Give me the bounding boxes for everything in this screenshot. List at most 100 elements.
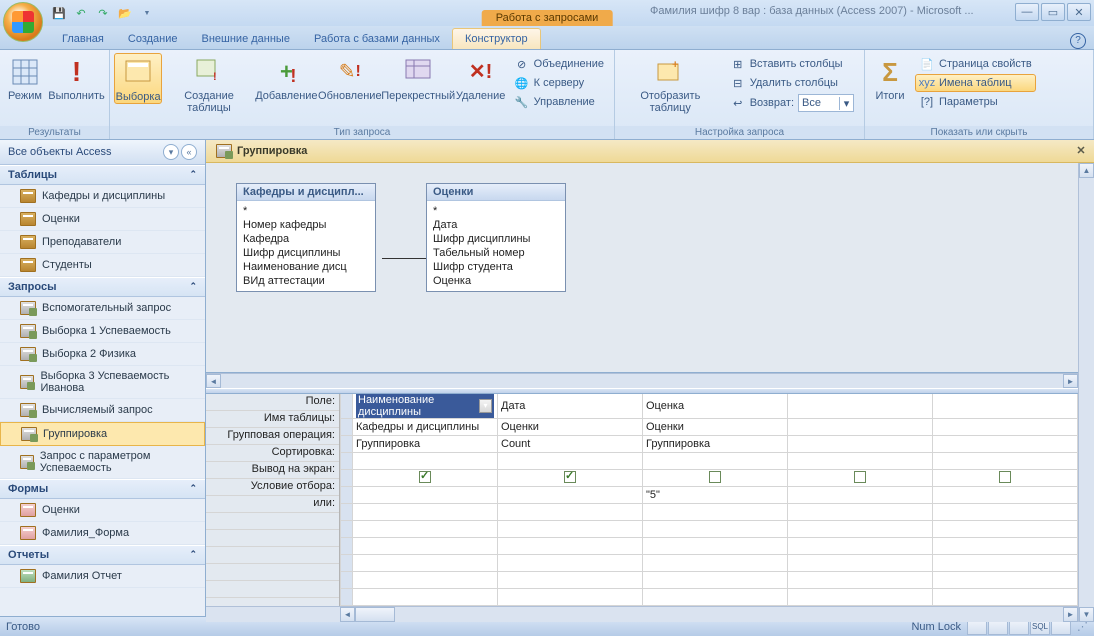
undo-icon[interactable]: ↶ xyxy=(72,4,90,22)
table-box-header[interactable]: Кафедры и дисципл... xyxy=(237,184,375,201)
nav-item[interactable]: Вспомогательный запрос xyxy=(0,297,205,320)
qbe-cell[interactable] xyxy=(788,487,933,504)
chevron-down-icon[interactable]: ▾ xyxy=(839,97,853,110)
insert-columns-button[interactable]: ⊞Вставить столбцы xyxy=(726,55,858,73)
nav-item[interactable]: Выборка 1 Успеваемость xyxy=(0,320,205,343)
checkbox[interactable] xyxy=(564,471,576,483)
qbe-cell[interactable] xyxy=(788,453,933,470)
view-button[interactable]: Режим xyxy=(4,53,46,102)
nav-item[interactable]: Студенты xyxy=(0,254,205,277)
row-selector[interactable] xyxy=(341,394,353,419)
qbe-cell[interactable] xyxy=(933,453,1078,470)
qbe-cell[interactable] xyxy=(788,504,933,521)
nav-item[interactable]: Преподаватели xyxy=(0,231,205,254)
qbe-cell[interactable]: Группировка xyxy=(643,436,788,453)
qbe-cell[interactable] xyxy=(498,487,643,504)
row-selector[interactable] xyxy=(341,487,353,504)
table-field[interactable]: * xyxy=(243,204,369,218)
collapse-icon[interactable]: ⌃ xyxy=(189,281,197,293)
checkbox[interactable] xyxy=(709,471,721,483)
qbe-cell[interactable] xyxy=(643,504,788,521)
return-select[interactable]: Все▾ xyxy=(798,94,854,112)
scroll-up-button[interactable]: ▲ xyxy=(1079,163,1094,178)
qat-dropdown-icon[interactable]: ▼ xyxy=(138,4,156,22)
qbe-cell[interactable] xyxy=(788,470,933,487)
help-icon[interactable]: ? xyxy=(1070,33,1086,49)
table-field[interactable]: Кафедра xyxy=(243,232,369,246)
table-field[interactable]: Номер кафедры xyxy=(243,218,369,232)
totals-button[interactable]: Σ Итоги xyxy=(869,53,911,102)
tab-design[interactable]: Конструктор xyxy=(452,28,541,49)
qbe-cell[interactable]: Дата xyxy=(498,394,643,419)
minimize-button[interactable]: — xyxy=(1015,3,1039,21)
row-selector[interactable] xyxy=(341,470,353,487)
checkbox[interactable] xyxy=(999,471,1011,483)
qbe-cell[interactable]: Группировка xyxy=(353,436,498,453)
collapse-icon[interactable]: ⌃ xyxy=(189,549,197,561)
qbe-cell[interactable] xyxy=(353,504,498,521)
table-field[interactable]: Дата xyxy=(433,218,559,232)
scroll-left-button[interactable]: ◄ xyxy=(206,374,221,388)
nav-item[interactable]: Фамилия Отчет xyxy=(0,565,205,588)
qbe-cell[interactable]: "5" xyxy=(643,487,788,504)
nav-group-header[interactable]: Запросы⌃ xyxy=(0,277,205,297)
nav-item[interactable]: Фамилия_Форма xyxy=(0,522,205,545)
qbe-cell[interactable]: Count xyxy=(498,436,643,453)
nav-filter-icon[interactable]: ▾ xyxy=(163,144,179,160)
table-field[interactable]: ВИд аттестации xyxy=(243,274,369,288)
qbe-cell[interactable] xyxy=(788,419,933,436)
qbe-cell[interactable]: Оценка xyxy=(643,394,788,419)
table-field[interactable]: Шифр дисциплины xyxy=(433,232,559,246)
nav-item[interactable]: Выборка 3 Успеваемость Иванова xyxy=(0,366,205,399)
qbe-cell[interactable] xyxy=(643,470,788,487)
crosstab-button[interactable]: Перекрестный xyxy=(383,53,454,102)
document-close-button[interactable]: ✕ xyxy=(1074,144,1088,158)
delete-button[interactable]: ✕! Удаление xyxy=(456,53,506,102)
tab-create[interactable]: Создание xyxy=(116,29,190,49)
qbe-cell[interactable] xyxy=(788,394,933,419)
checkbox[interactable] xyxy=(419,471,431,483)
row-selector[interactable] xyxy=(341,504,353,521)
row-selector[interactable] xyxy=(341,453,353,470)
run-button[interactable]: ! Выполнить xyxy=(48,53,105,102)
qbe-cell[interactable]: Оценки xyxy=(643,419,788,436)
nav-item[interactable]: Вычисляемый запрос xyxy=(0,399,205,422)
table-names-button[interactable]: xyzИмена таблиц xyxy=(915,74,1036,92)
qbe-cell[interactable] xyxy=(353,470,498,487)
join-line[interactable] xyxy=(382,258,432,259)
qbe-cell[interactable] xyxy=(933,394,1078,419)
tab-database-tools[interactable]: Работа с базами данных xyxy=(302,29,452,49)
qbe-columns[interactable]: Наименование дисциплины▾ДатаОценка Кафедр… xyxy=(340,394,1078,606)
qbe-cell[interactable] xyxy=(933,470,1078,487)
office-button[interactable] xyxy=(3,2,43,42)
datadefinition-button[interactable]: 🔧Управление xyxy=(510,93,608,111)
redo-icon[interactable]: ↷ xyxy=(94,4,112,22)
table-field[interactable]: * xyxy=(433,204,559,218)
passthrough-button[interactable]: 🌐К серверу xyxy=(510,74,608,92)
nav-item[interactable]: Кафедры и дисциплины xyxy=(0,185,205,208)
maximize-button[interactable]: ▭ xyxy=(1041,3,1065,21)
make-table-button[interactable]: ! Создание таблицы xyxy=(164,53,254,114)
row-selector[interactable] xyxy=(341,436,353,453)
qbe-cell[interactable]: Наименование дисциплины▾ xyxy=(353,394,498,419)
scroll-down-button[interactable]: ▼ xyxy=(1079,607,1094,622)
table-box-header[interactable]: Оценки xyxy=(427,184,565,201)
property-sheet-button[interactable]: 📄Страница свойств xyxy=(915,55,1036,73)
save-icon[interactable]: 💾 xyxy=(50,4,68,22)
nav-group-header[interactable]: Таблицы⌃ xyxy=(0,165,205,185)
qbe-cell[interactable] xyxy=(353,487,498,504)
qbe-cell[interactable] xyxy=(498,504,643,521)
qbe-cell[interactable]: Кафедры и дисциплины xyxy=(353,419,498,436)
nav-item[interactable]: Оценки xyxy=(0,499,205,522)
tab-external-data[interactable]: Внешние данные xyxy=(190,29,302,49)
scroll-thumb[interactable] xyxy=(355,607,395,622)
nav-collapse-icon[interactable]: « xyxy=(181,144,197,160)
row-selector[interactable] xyxy=(341,419,353,436)
checkbox[interactable] xyxy=(854,471,866,483)
chevron-down-icon[interactable]: ▾ xyxy=(479,399,492,413)
select-query-button[interactable]: Выборка xyxy=(114,53,162,104)
table-field[interactable]: Наименование дисц xyxy=(243,260,369,274)
table-box[interactable]: Кафедры и дисципл... *Номер кафедрыКафедр… xyxy=(236,183,376,292)
qbe-cell[interactable] xyxy=(498,470,643,487)
close-button[interactable]: ✕ xyxy=(1067,3,1091,21)
